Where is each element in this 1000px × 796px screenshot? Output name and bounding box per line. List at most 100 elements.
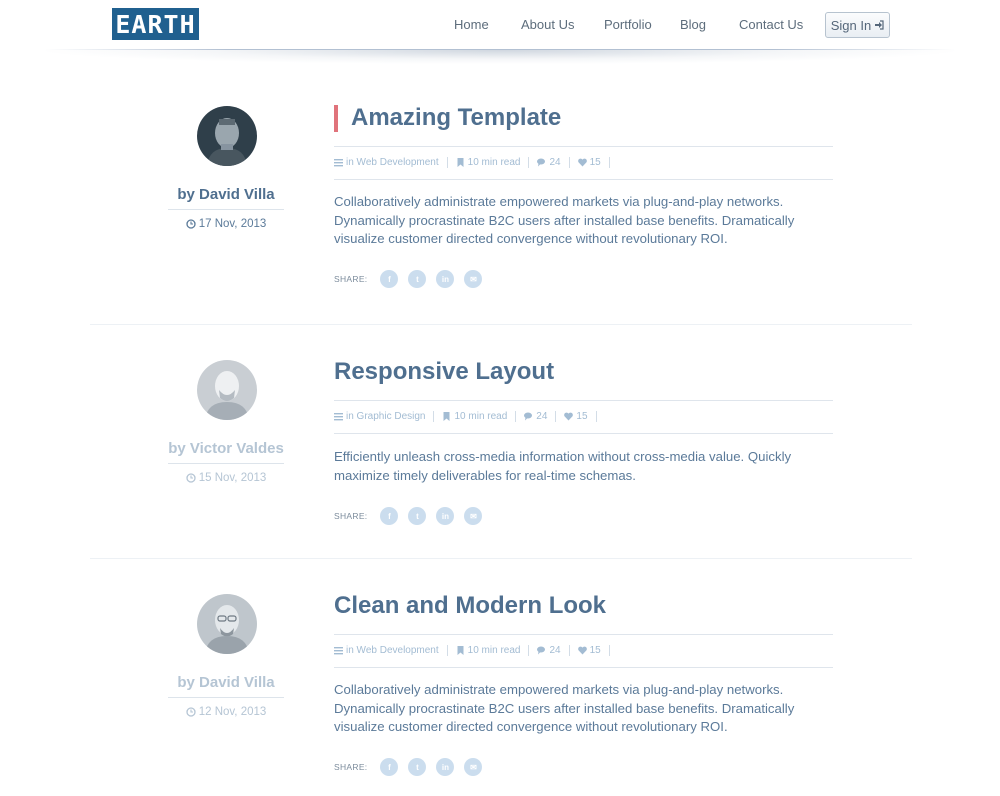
meta-bottom-divider <box>334 179 833 180</box>
list-icon <box>334 413 343 421</box>
post-date: 12 Nov, 2013 <box>168 706 284 718</box>
meta-comments-count: 24 <box>549 645 561 656</box>
share-twitter-button[interactable]: t <box>408 758 427 776</box>
meta-likes-count: 15 <box>576 411 588 422</box>
share-linkedin-button[interactable]: in <box>436 270 455 288</box>
share-linkedin-button[interactable]: in <box>436 507 455 525</box>
facebook-icon: f <box>388 274 391 284</box>
meta-read-time-text: 10 min read <box>467 157 521 168</box>
share-facebook-button[interactable]: f <box>380 758 399 776</box>
meta-comments[interactable]: 24 <box>537 645 561 656</box>
sign-in-button[interactable]: Sign In <box>825 12 890 38</box>
author-name[interactable]: by David Villa <box>168 186 284 203</box>
nav-portfolio[interactable]: Portfolio <box>604 17 652 32</box>
meta-category-text: in Web Development <box>346 157 439 168</box>
meta-top-divider <box>334 400 833 401</box>
author-avatar <box>197 594 257 654</box>
share-email-button[interactable]: ✉ <box>464 758 483 776</box>
meta-separator <box>568 157 570 168</box>
meta-category[interactable]: in Web Development <box>334 645 439 656</box>
heart-icon <box>577 646 587 655</box>
clock-icon <box>186 219 196 229</box>
meta-separator <box>528 157 530 168</box>
meta-likes[interactable]: 15 <box>577 157 601 168</box>
share-email-button[interactable]: ✉ <box>464 507 483 525</box>
sign-in-icon <box>875 20 884 30</box>
nav-home[interactable]: Home <box>454 17 489 32</box>
logo-text: EARTH <box>115 9 196 39</box>
list-icon <box>334 159 343 167</box>
post-excerpt: Collaboratively administrate empowered m… <box>334 194 795 246</box>
linkedin-icon: in <box>441 511 449 521</box>
clock-icon <box>186 707 196 717</box>
meta-separator <box>528 645 530 656</box>
post-meta: in Web Development 10 min read 24 15 <box>334 645 618 656</box>
share-twitter-button[interactable]: t <box>408 507 427 525</box>
share-twitter-button[interactable]: t <box>408 270 427 288</box>
meta-read-time-text: 10 min read <box>467 645 521 656</box>
meta-read-time: 10 min read <box>442 411 507 422</box>
logo[interactable]: EARTH <box>112 8 199 40</box>
meta-likes-count: 15 <box>589 645 601 656</box>
share-email-button[interactable]: ✉ <box>464 270 483 288</box>
meta-likes[interactable]: 15 <box>564 411 588 422</box>
share-bar: SHARE: f t in ✉ <box>334 758 492 776</box>
meta-likes-count: 15 <box>589 157 601 168</box>
comments-icon <box>537 158 546 167</box>
bookmark-icon <box>457 158 464 167</box>
meta-comments-count: 24 <box>549 157 561 168</box>
author-avatar <box>197 360 257 420</box>
share-facebook-button[interactable]: f <box>380 270 399 288</box>
share-linkedin-button[interactable]: in <box>436 758 455 776</box>
post-title[interactable]: Responsive Layout <box>334 358 554 386</box>
nav-contact-us[interactable]: Contact Us <box>739 17 803 32</box>
post-date-text: 12 Nov, 2013 <box>198 706 267 718</box>
meta-comments[interactable]: 24 <box>537 157 561 168</box>
share-label: SHARE: <box>334 511 368 521</box>
post-date: 17 Nov, 2013 <box>168 218 284 230</box>
post-date-text: 15 Nov, 2013 <box>198 472 267 484</box>
author-name[interactable]: by David Villa <box>168 674 284 691</box>
comments-icon <box>537 646 546 655</box>
post-date-text: 17 Nov, 2013 <box>198 218 267 230</box>
post-date: 15 Nov, 2013 <box>168 472 284 484</box>
heart-icon <box>564 412 574 421</box>
post-divider <box>90 324 912 325</box>
meta-comments-count: 24 <box>536 411 548 422</box>
meta-category-text: in Graphic Design <box>346 411 426 422</box>
author-divider <box>168 697 284 698</box>
author-divider <box>168 209 284 210</box>
nav-about-us[interactable]: About Us <box>521 17 574 32</box>
twitter-icon: t <box>416 274 419 284</box>
meta-separator <box>568 645 570 656</box>
meta-separator <box>446 157 448 168</box>
list-icon <box>334 647 343 655</box>
author-avatar <box>197 106 257 166</box>
meta-read-time: 10 min read <box>456 645 521 656</box>
title-accent-bar <box>334 105 338 132</box>
bookmark-icon <box>443 412 450 421</box>
clock-icon <box>186 473 196 483</box>
comments-icon <box>524 412 533 421</box>
facebook-icon: f <box>388 511 391 521</box>
post-meta: in Graphic Design 10 min read 24 15 <box>334 411 605 422</box>
share-bar: SHARE: f t in ✉ <box>334 507 492 525</box>
heart-icon <box>577 158 587 167</box>
sign-in-label: Sign In <box>830 17 872 33</box>
twitter-icon: t <box>416 762 419 772</box>
twitter-icon: t <box>416 511 419 521</box>
header-shadow <box>45 50 955 64</box>
meta-likes[interactable]: 15 <box>577 645 601 656</box>
share-facebook-button[interactable]: f <box>380 507 399 525</box>
meta-top-divider <box>334 634 833 635</box>
meta-category[interactable]: in Web Development <box>334 157 439 168</box>
author-name[interactable]: by Victor Valdes <box>168 440 284 457</box>
linkedin-icon: in <box>441 274 449 284</box>
nav-blog[interactable]: Blog <box>680 17 706 32</box>
meta-category[interactable]: in Graphic Design <box>334 411 425 422</box>
envelope-icon: ✉ <box>470 511 477 521</box>
post-divider <box>90 558 912 559</box>
post-title[interactable]: Clean and Modern Look <box>334 592 606 620</box>
post-title[interactable]: Amazing Template <box>351 104 561 132</box>
meta-comments[interactable]: 24 <box>524 411 547 422</box>
